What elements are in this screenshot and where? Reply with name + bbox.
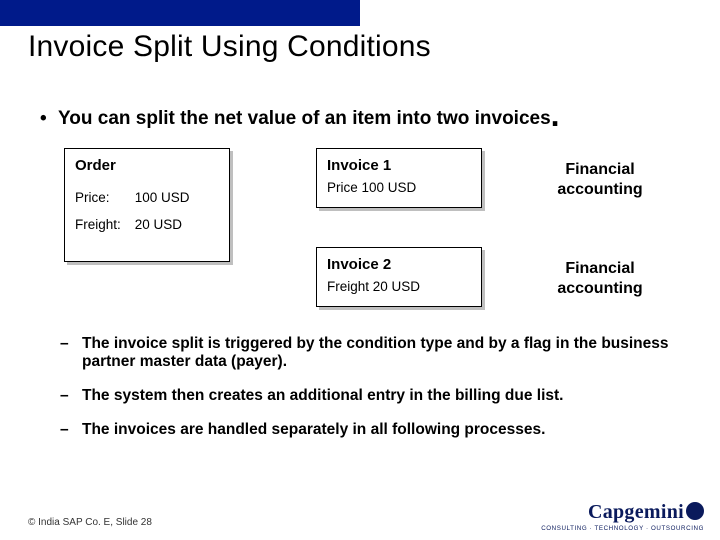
dash-icon: –	[60, 387, 82, 405]
invoice2-box: Invoice 2 Freight 20 USD	[316, 247, 482, 307]
logo-name: Capgemini	[588, 501, 684, 523]
order-freight-key: Freight:	[75, 217, 131, 232]
dash-icon: –	[60, 335, 82, 371]
invoice1-line: Price 100 USD	[317, 178, 481, 197]
invoice2-header: Invoice 2	[317, 248, 481, 277]
dash-icon: –	[60, 421, 82, 439]
slide-title: Invoice Split Using Conditions	[28, 30, 431, 64]
order-price-key: Price:	[75, 190, 131, 205]
logo-tagline: CONSULTING · TECHNOLOGY · OUTSOURCING	[541, 525, 704, 532]
order-box: Order Price: 100 USD Freight: 20 USD	[64, 148, 230, 262]
sub-bullet-1-text: The invoice split is triggered by the co…	[82, 335, 680, 371]
bullet-marker: •	[40, 108, 58, 130]
invoice1-header: Invoice 1	[317, 149, 481, 178]
invoice1-box: Invoice 1 Price 100 USD	[316, 148, 482, 208]
order-row-price: Price: 100 USD	[65, 188, 229, 207]
sub-bullet-1: – The invoice split is triggered by the …	[60, 335, 680, 371]
order-row-freight: Freight: 20 USD	[65, 215, 229, 234]
order-freight-val: 20 USD	[135, 217, 182, 232]
slide: Invoice Split Using Conditions •You can …	[0, 0, 720, 540]
footer-text: © India SAP Co. E, Slide 28	[28, 517, 152, 528]
invoice2-line: Freight 20 USD	[317, 277, 481, 296]
main-bullet-text: You can split the net value of an item i…	[58, 108, 551, 129]
logo-dot-icon	[686, 502, 704, 520]
order-price-val: 100 USD	[135, 190, 190, 205]
sub-bullet-3-text: The invoices are handled separately in a…	[82, 421, 545, 439]
sub-bullet-3: – The invoices are handled separately in…	[60, 421, 680, 439]
sub-bullet-list: – The invoice split is triggered by the …	[60, 335, 680, 455]
financial-accounting-label-1: Financial accounting	[540, 160, 660, 200]
sub-bullet-2-text: The system then creates an additional en…	[82, 387, 563, 405]
main-bullet-period: .	[551, 97, 560, 133]
financial-accounting-label-2: Financial accounting	[540, 259, 660, 299]
main-bullet: •You can split the net value of an item …	[40, 108, 700, 130]
order-header: Order	[65, 149, 229, 178]
header-bar	[0, 0, 360, 26]
logo: Capgemini CONSULTING · TECHNOLOGY · OUTS…	[541, 501, 704, 532]
sub-bullet-2: – The system then creates an additional …	[60, 387, 680, 405]
